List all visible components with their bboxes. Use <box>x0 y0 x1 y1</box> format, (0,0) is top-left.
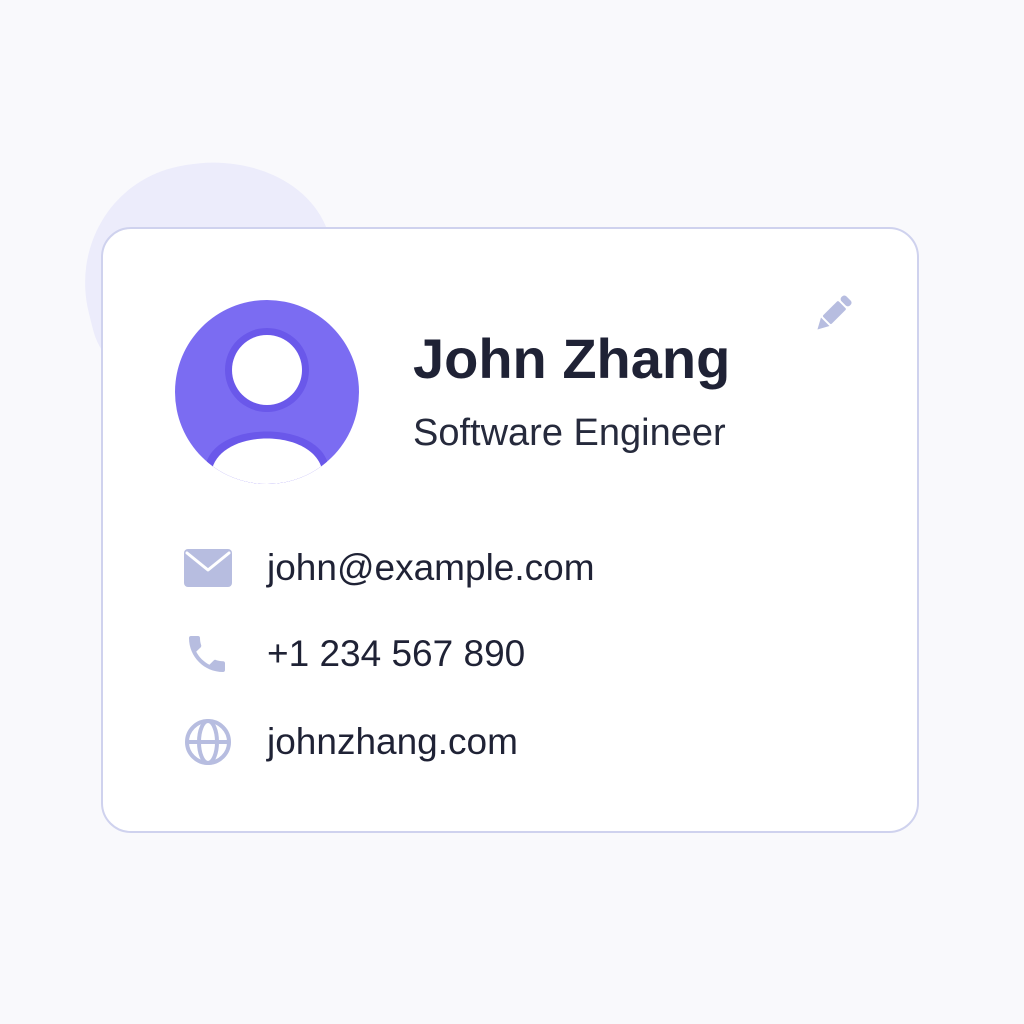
website-text: johnzhang.com <box>267 721 518 762</box>
profile-title: Software Engineer <box>413 412 726 454</box>
contact-phone[interactable]: +1 234 567 890 <box>183 627 525 681</box>
profile-card: John Zhang Software Engineer john@exampl… <box>101 227 919 833</box>
contact-email[interactable]: john@example.com <box>183 541 595 595</box>
pencil-icon <box>817 295 852 330</box>
phone-icon <box>183 627 239 681</box>
user-avatar-icon <box>175 300 359 484</box>
email-text: john@example.com <box>267 547 595 588</box>
edit-button[interactable] <box>807 288 859 340</box>
contact-website[interactable]: johnzhang.com <box>183 715 518 769</box>
envelope-icon <box>183 541 239 595</box>
globe-icon <box>183 715 239 769</box>
avatar <box>175 300 359 484</box>
profile-name: John Zhang <box>413 327 731 390</box>
phone-text: +1 234 567 890 <box>267 633 526 674</box>
